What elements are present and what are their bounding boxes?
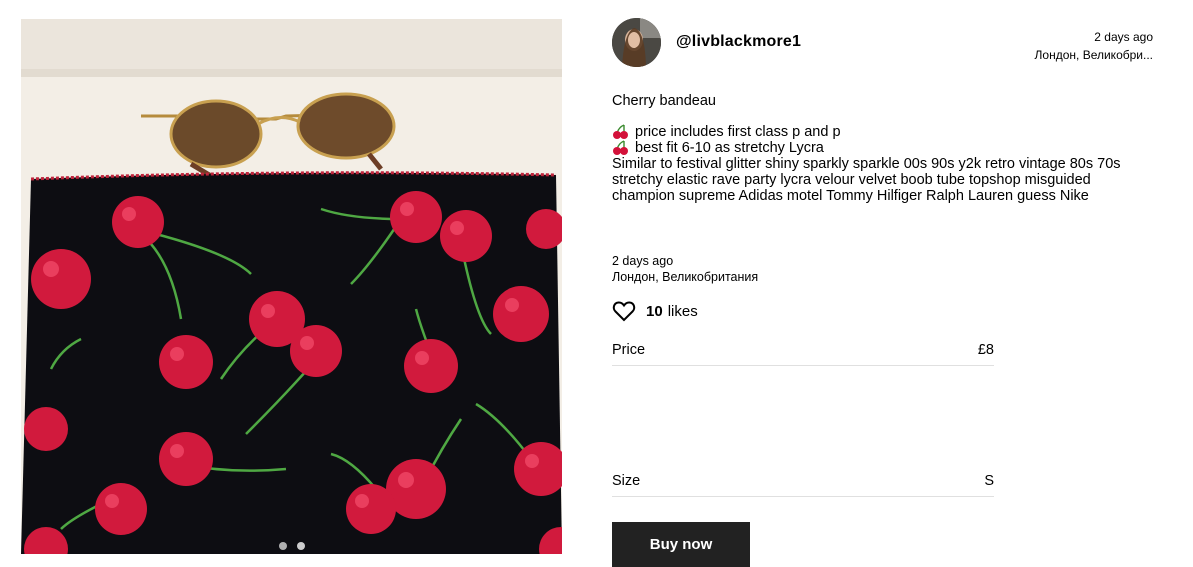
description-text: Similar to festival glitter shiny sparkl… bbox=[612, 156, 1121, 204]
bullet-text: best fit 6-10 as stretchy Lycra bbox=[635, 140, 824, 156]
seller-username[interactable]: @livblackmore1 bbox=[676, 33, 801, 51]
bullet-item: price includes first class p and p bbox=[612, 124, 1157, 140]
listing-title: Cherry bandeau bbox=[612, 93, 716, 109]
listing-description: Cherry bandeau price includes first clas… bbox=[612, 93, 1157, 204]
price-value: £8 bbox=[977, 342, 994, 358]
cherry-emoji-icon bbox=[613, 124, 628, 139]
size-row: Size S bbox=[612, 473, 994, 497]
posted-time: 2 days ago bbox=[612, 254, 674, 268]
bullet-item: best fit 6-10 as stretchy Lycra bbox=[612, 140, 1157, 156]
posted-location: Лондон, Великобритания bbox=[612, 269, 759, 284]
seller-time: 2 days ago bbox=[1094, 30, 1153, 44]
buy-now-button[interactable]: Buy now bbox=[612, 522, 750, 567]
seller-header: @livblackmore1 2 days ago Лондон, Велико… bbox=[612, 18, 1153, 70]
avatar-image bbox=[612, 18, 661, 67]
price-row: Price £8 bbox=[612, 342, 994, 366]
gallery-pagination bbox=[21, 542, 562, 550]
heart-outline-icon[interactable] bbox=[612, 300, 636, 322]
price-label: Price bbox=[612, 342, 646, 358]
seller-meta: 2 days ago Лондон, Великобри... bbox=[1035, 28, 1153, 64]
likes-label: likes bbox=[667, 302, 698, 320]
posted-info: 2 days ago Лондон, Великобритания bbox=[612, 254, 758, 285]
likes-section: 10 likes bbox=[612, 300, 698, 322]
likes-count: 10 bbox=[646, 302, 663, 320]
gallery-dot[interactable] bbox=[278, 542, 287, 550]
bullet-text: price includes first class p and p bbox=[635, 124, 841, 140]
size-label: Size bbox=[612, 473, 641, 489]
product-photo-illustration bbox=[21, 19, 562, 554]
product-image[interactable] bbox=[21, 19, 562, 554]
seller-location: Лондон, Великобри... bbox=[1034, 48, 1153, 62]
avatar[interactable] bbox=[612, 18, 661, 67]
size-value: S bbox=[984, 473, 994, 489]
gallery-dot-active[interactable] bbox=[296, 542, 305, 550]
cherry-emoji-icon bbox=[613, 140, 628, 155]
